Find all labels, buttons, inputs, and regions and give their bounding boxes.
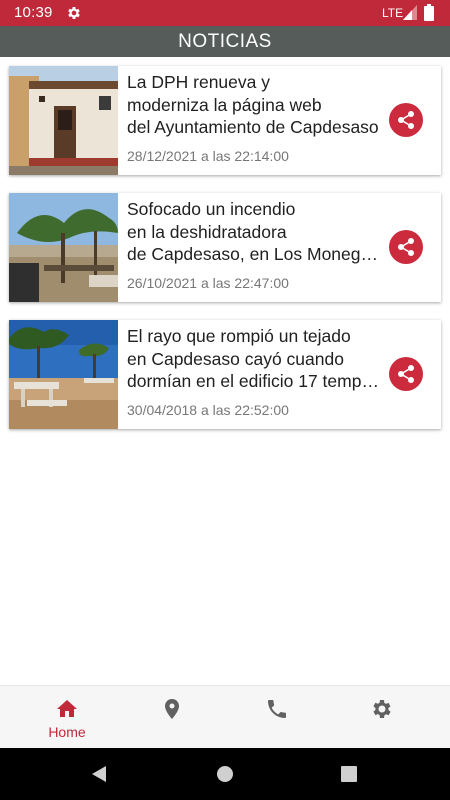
- app-bar: NOTICIAS: [0, 26, 450, 57]
- news-date: 30/04/2018 a las 22:52:00: [127, 402, 289, 418]
- recents-icon[interactable]: [341, 766, 357, 782]
- page-title: NOTICIAS: [178, 31, 272, 52]
- building-photo: [9, 66, 118, 175]
- news-card[interactable]: El rayo que rompió un tejado en Capdesas…: [9, 320, 441, 429]
- home-circle-icon[interactable]: [216, 765, 234, 783]
- share-button[interactable]: [389, 357, 423, 391]
- news-date: 28/12/2021 a las 22:14:00: [127, 148, 289, 164]
- settings-gear-icon: [373, 700, 391, 718]
- news-card[interactable]: Sofocado un incendio en la deshidratador…: [9, 193, 441, 302]
- nav-label-home: Home: [48, 724, 86, 740]
- landscape-photo: [9, 193, 118, 302]
- news-title-line: en Capdesaso cayó cuando: [127, 348, 344, 369]
- nav-item-settings[interactable]: [332, 686, 432, 749]
- news-title-line: dormían en el edificio 17 temporeros: [127, 371, 381, 391]
- news-title: Sofocado un incendio en la deshidratador…: [127, 198, 381, 266]
- share-button[interactable]: [389, 103, 423, 137]
- news-title-line: Sofocado un incendio: [127, 199, 296, 219]
- news-title-line: de Capdesaso, en Los Monegros: [127, 244, 381, 264]
- news-list: La DPH renueva y moderniza la página web…: [9, 66, 441, 447]
- news-title-line: La DPH renueva y: [127, 72, 270, 92]
- news-title-line: moderniza la página web: [127, 94, 322, 115]
- news-date: 26/10/2021 a las 22:47:00: [127, 275, 289, 291]
- status-time: 10:39: [14, 4, 53, 21]
- news-thumbnail: [9, 193, 118, 302]
- nav-item-location[interactable]: [122, 686, 222, 749]
- home-icon: [57, 700, 77, 717]
- news-card[interactable]: La DPH renueva y moderniza la página web…: [9, 66, 441, 175]
- share-icon: [398, 238, 414, 256]
- network-type: LTE: [382, 6, 404, 20]
- news-title-line: en la deshidratadora: [127, 221, 287, 242]
- news-title-line: del Ayuntamiento de Capdesaso: [127, 117, 379, 137]
- news-title-line: El rayo que rompió un tejado: [127, 326, 351, 346]
- signal-icon: [403, 5, 417, 20]
- picnic-photo: [9, 320, 118, 429]
- news-thumbnail: [9, 66, 118, 175]
- status-bar: 10:39 LTE: [0, 0, 450, 26]
- news-title: La DPH renueva y moderniza la página web…: [127, 71, 381, 139]
- news-title: El rayo que rompió un tejado en Capdesas…: [127, 325, 381, 393]
- share-icon: [398, 365, 414, 383]
- gear-icon: [68, 7, 80, 19]
- news-thumbnail: [9, 320, 118, 429]
- location-pin-icon: [165, 699, 179, 719]
- nav-item-phone[interactable]: [227, 686, 327, 749]
- share-icon: [398, 111, 414, 129]
- share-button[interactable]: [389, 230, 423, 264]
- system-navigation-bar: [0, 748, 450, 800]
- nav-item-home[interactable]: Home: [17, 686, 117, 749]
- bottom-navigation: Home: [0, 685, 450, 748]
- back-icon[interactable]: [90, 765, 108, 783]
- phone-icon: [268, 700, 286, 718]
- battery-icon: [424, 4, 434, 21]
